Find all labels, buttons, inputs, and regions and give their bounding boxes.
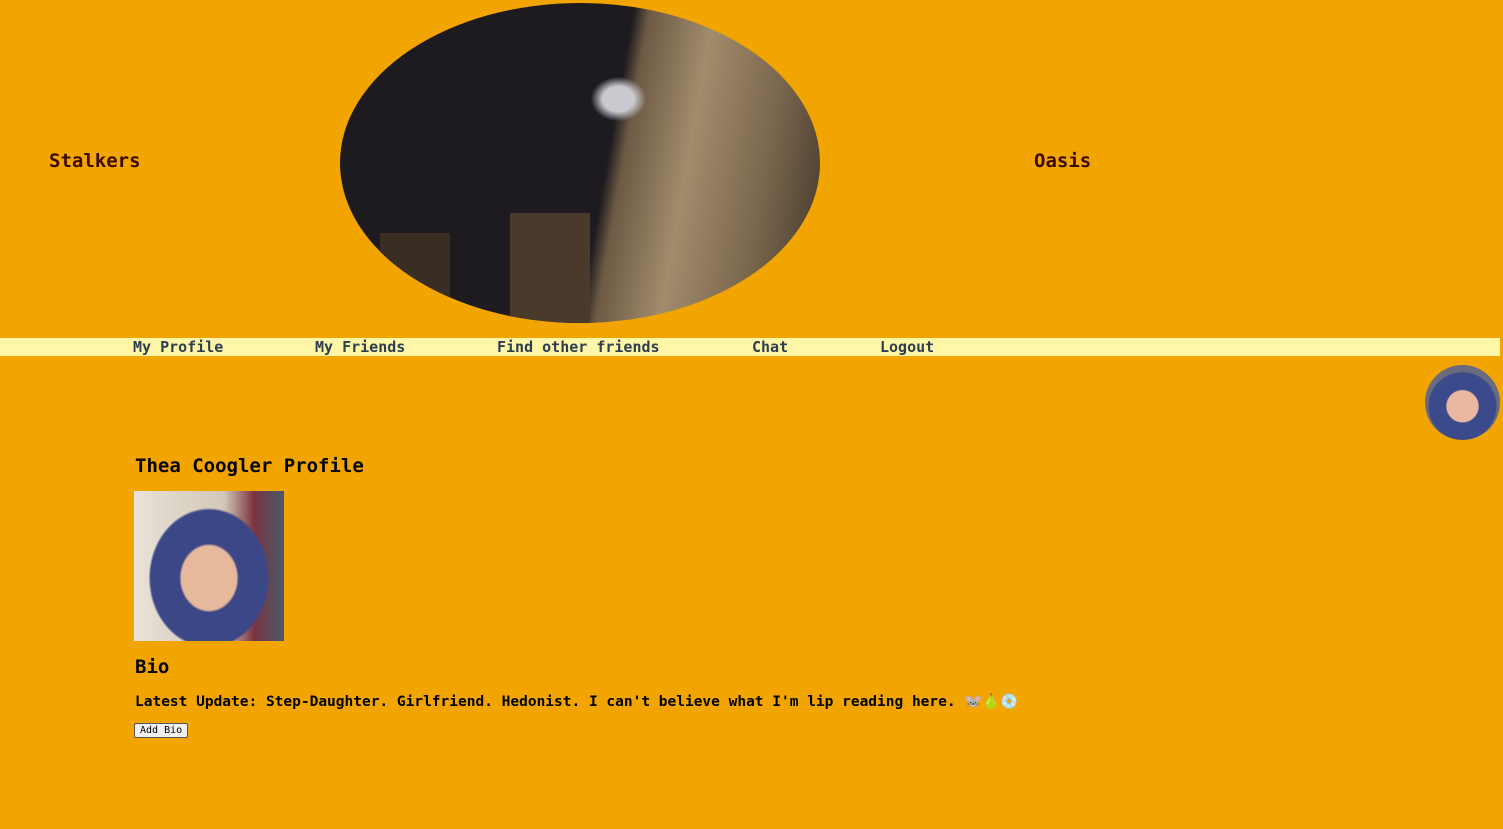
user-avatar[interactable] [1425,365,1500,440]
hero-image [340,3,820,323]
nav-logout[interactable]: Logout [880,338,934,356]
bio-heading: Bio [135,656,170,678]
add-bio-button[interactable]: Add Bio [134,723,189,738]
nav-my-friends[interactable]: My Friends [315,338,405,356]
main-nav: My Profile My Friends Find other friends… [0,338,1500,356]
site-title-left: Stalkers [49,150,141,172]
latest-update: Latest Update: Step-Daughter. Girlfriend… [135,694,1019,710]
profile-title: Thea Coogler Profile [135,455,364,477]
nav-my-profile[interactable]: My Profile [133,338,223,356]
nav-chat[interactable]: Chat [752,338,788,356]
nav-find-friends[interactable]: Find other friends [497,338,660,356]
profile-photo [134,491,284,641]
site-title-right: Oasis [1034,150,1092,172]
